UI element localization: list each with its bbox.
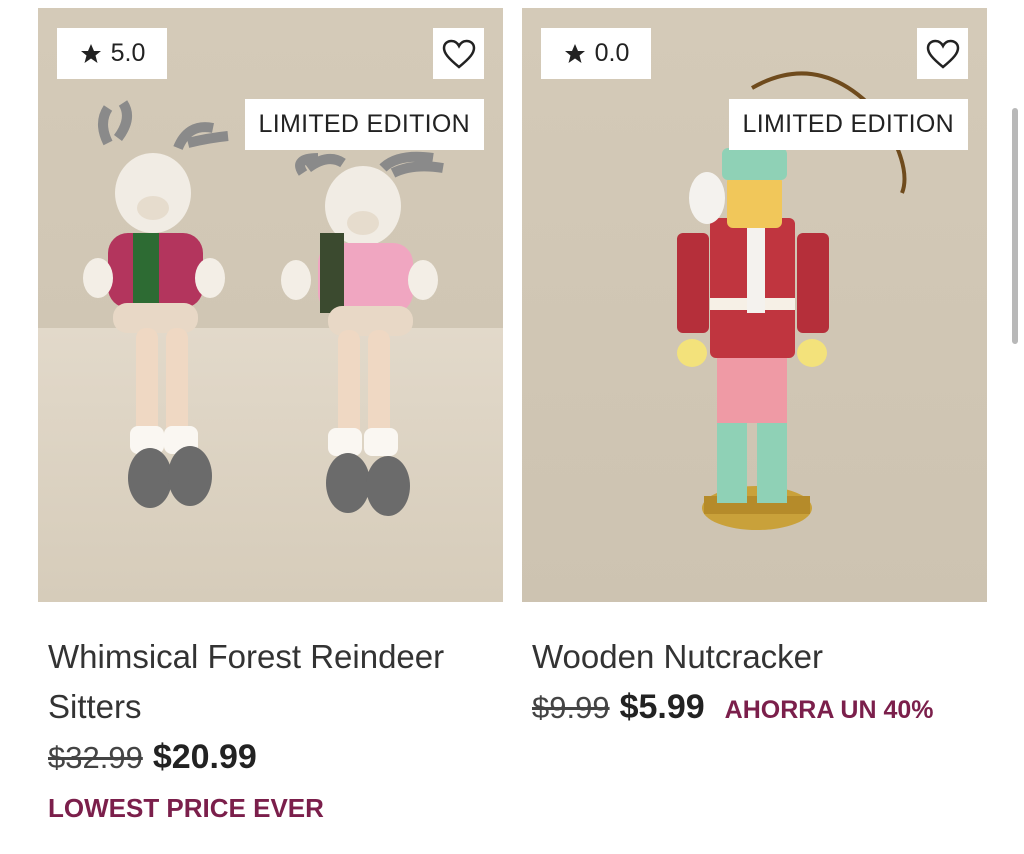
rating-badge: 5.0 <box>57 28 167 79</box>
limited-edition-badge: LIMITED EDITION <box>244 99 484 150</box>
rating-badge: 0.0 <box>541 28 651 79</box>
favorite-button[interactable] <box>433 28 484 79</box>
limited-edition-badge: LIMITED EDITION <box>728 99 968 150</box>
product-image[interactable]: 0.0 LIMITED EDITION <box>522 8 987 602</box>
rating-value: 5.0 <box>110 39 146 67</box>
heart-icon <box>926 39 959 69</box>
original-price: $9.99 <box>532 690 610 725</box>
product-title[interactable]: Wooden Nutcracker <box>532 632 972 682</box>
product-image[interactable]: 5.0 LIMITED EDITION <box>38 8 503 602</box>
product-title[interactable]: Whimsical Forest Reindeer Sitters <box>48 632 488 732</box>
product-card-reindeer[interactable]: 5.0 LIMITED EDITION Whimsical Forest Rei… <box>38 8 503 824</box>
nutcracker-illustration <box>677 71 907 530</box>
promo-label: LOWEST PRICE EVER <box>48 793 324 823</box>
product-grid: 5.0 LIMITED EDITION Whimsical Forest Rei… <box>38 8 988 854</box>
rating-value: 0.0 <box>594 39 630 67</box>
price-row: $9.99 $5.99 AHORRA UN 40% <box>532 688 987 727</box>
star-icon <box>80 43 101 63</box>
heart-icon <box>442 39 475 69</box>
original-price: $32.99 <box>48 740 143 775</box>
scrollbar[interactable] <box>1012 108 1018 344</box>
star-icon <box>564 43 585 63</box>
reindeer-illustration <box>83 100 444 516</box>
sale-price: $20.99 <box>152 738 257 776</box>
price-row: $32.99 $20.99 <box>48 738 503 777</box>
favorite-button[interactable] <box>917 28 968 79</box>
savings-label: AHORRA UN 40% <box>724 696 934 724</box>
product-card-nutcracker[interactable]: 0.0 LIMITED EDITION Wooden Nutcracker $9… <box>522 8 987 727</box>
sale-price: $5.99 <box>619 688 705 726</box>
